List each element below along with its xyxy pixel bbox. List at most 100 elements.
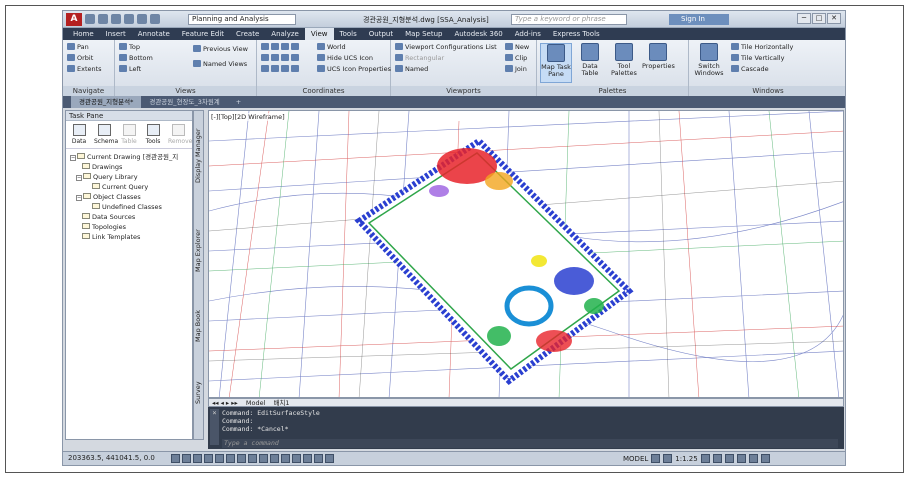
tree-item-topologies[interactable]: Topologies [70, 222, 192, 232]
view-left[interactable]: Left [119, 65, 141, 74]
quick-view-drawings-icon[interactable] [663, 454, 673, 463]
close-button[interactable]: ✕ [827, 13, 841, 24]
drawing-area[interactable]: [-][Top][2D Wireframe] [208, 110, 844, 398]
ribbon-tab-annotate[interactable]: Annotate [132, 28, 176, 40]
pan-button[interactable]: Pan [67, 43, 89, 52]
tree-item-data-sources[interactable]: Data Sources [70, 212, 192, 222]
new-icon[interactable] [85, 14, 95, 24]
new-tab-plus-icon[interactable]: + [228, 96, 244, 108]
ucs-tools-row-1[interactable] [261, 43, 301, 52]
ribbon-tab-analyze[interactable]: Analyze [265, 28, 305, 40]
cascade-button[interactable]: Cascade [731, 65, 769, 74]
annotation-monitor-icon[interactable] [325, 454, 334, 463]
ucs-tools-row-2[interactable] [261, 54, 301, 63]
rectangular-button[interactable]: Rectangular [395, 54, 444, 63]
map-task-pane-button[interactable]: Map Task Pane [540, 43, 572, 83]
print-icon[interactable] [124, 14, 134, 24]
hide-ucs-icon-button[interactable]: Hide UCS Icon [317, 54, 373, 63]
hardware-acceleration-icon[interactable] [736, 454, 746, 463]
lineweight-icon[interactable] [281, 454, 290, 463]
dynamic-ucs-icon[interactable] [259, 454, 268, 463]
ribbon-tab-autodesk-360[interactable]: Autodesk 360 [448, 28, 508, 40]
infer-constraints-icon[interactable] [171, 454, 180, 463]
view-top[interactable]: Top [119, 43, 140, 52]
object-snap-icon[interactable] [226, 454, 235, 463]
orbit-button[interactable]: Orbit [67, 54, 93, 63]
ribbon-tab-express-tools[interactable]: Express Tools [547, 28, 606, 40]
extents-button[interactable]: Extents [67, 65, 102, 74]
search-input[interactable]: Type a keyword or phrase [511, 14, 627, 25]
named-views-button[interactable]: Named Views [193, 60, 247, 69]
remove-tool-button[interactable]: Remove [168, 124, 192, 145]
ucs-icon-properties-button[interactable]: UCS Icon Properties [317, 65, 391, 74]
site-plan-drawing[interactable] [209, 111, 844, 398]
ribbon-tab-view[interactable]: View [304, 28, 334, 40]
table-tool-button[interactable]: Table [120, 124, 138, 145]
clean-screen-icon[interactable] [760, 454, 770, 463]
tab-display-manager[interactable]: Display Manager [194, 121, 204, 191]
ribbon-tab-add-ins[interactable]: Add-ins [509, 28, 547, 40]
switch-windows-button[interactable]: Switch Windows [693, 43, 725, 83]
new-viewport-button[interactable]: New [505, 43, 529, 52]
tab-layout1[interactable]: 배치1 [273, 399, 289, 407]
schema-tool-button[interactable]: Schema [94, 124, 118, 145]
ucs-world-dropdown[interactable]: World [317, 43, 346, 52]
transparency-icon[interactable] [292, 454, 301, 463]
workspace-switching-icon[interactable] [712, 454, 722, 463]
doc-tab[interactable]: 경관공원_현장도_3차원계 [141, 96, 227, 108]
tree-item-query-library[interactable]: − Query Library [70, 172, 192, 182]
redo-icon[interactable] [150, 14, 160, 24]
ribbon-tab-tools[interactable]: Tools [334, 28, 363, 40]
app-logo[interactable]: A [66, 13, 82, 26]
open-icon[interactable] [98, 14, 108, 24]
quick-properties-icon[interactable] [303, 454, 312, 463]
ribbon-tab-home[interactable]: Home [67, 28, 100, 40]
tool-palettes-button[interactable]: Tool Palettes [608, 43, 640, 83]
viewport-label[interactable]: [-][Top][2D Wireframe] [211, 113, 285, 121]
sign-in-button[interactable]: Sign In [669, 14, 729, 25]
selection-cycling-icon[interactable] [314, 454, 323, 463]
ribbon-tab-map-setup[interactable]: Map Setup [399, 28, 448, 40]
view-bottom[interactable]: Bottom [119, 54, 153, 63]
layout-nav-icons[interactable]: ◂◂ ◂ ▸ ▸▸ [212, 399, 238, 407]
3d-object-snap-icon[interactable] [237, 454, 246, 463]
ribbon-tab-output[interactable]: Output [363, 28, 399, 40]
workspace-dropdown[interactable]: Planning and Analysis [188, 14, 296, 25]
previous-view-button[interactable]: Previous View [193, 45, 248, 54]
data-table-button[interactable]: Data Table [574, 43, 606, 83]
ribbon-tab-create[interactable]: Create [230, 28, 265, 40]
join-button[interactable]: Join [505, 65, 527, 74]
ribbon-tab-feature-edit[interactable]: Feature Edit [176, 28, 230, 40]
tree-item-current-query[interactable]: Current Query [70, 182, 192, 192]
lock-icon[interactable] [724, 454, 734, 463]
tab-map-book[interactable]: Map Book [194, 301, 204, 351]
object-snap-tracking-icon[interactable] [248, 454, 257, 463]
tab-model[interactable]: Model [246, 399, 266, 407]
ucs-tools-row-3[interactable] [261, 65, 301, 74]
command-input[interactable]: Type a command [222, 439, 838, 448]
tab-map-explorer[interactable]: Map Explorer [194, 221, 204, 281]
tile-horizontally-button[interactable]: Tile Horizontally [731, 43, 793, 52]
grid-display-icon[interactable] [193, 454, 202, 463]
maximize-button[interactable]: □ [812, 13, 826, 24]
model-space-toggle[interactable]: MODEL [623, 455, 648, 463]
tree-item-link-templates[interactable]: Link Templates [70, 232, 192, 242]
tree-item-drawings[interactable]: Drawings [70, 162, 192, 172]
viewport-config-dropdown[interactable]: Viewport Configurations List [395, 43, 497, 52]
annotation-visibility-icon[interactable] [700, 454, 710, 463]
tree-item-undefined-classes[interactable]: Undefined Classes [70, 202, 192, 212]
annotation-scale[interactable]: 1:1.25 [675, 455, 697, 463]
clip-button[interactable]: Clip [505, 54, 527, 63]
tab-survey[interactable]: Survey [194, 373, 204, 413]
tile-vertically-button[interactable]: Tile Vertically [731, 54, 784, 63]
properties-button[interactable]: Properties [642, 43, 675, 83]
snap-mode-icon[interactable] [182, 454, 191, 463]
ribbon-tab-insert[interactable]: Insert [100, 28, 132, 40]
ortho-mode-icon[interactable] [204, 454, 213, 463]
named-viewports-button[interactable]: Named [395, 65, 428, 74]
doc-tab-active[interactable]: 경관공원_지형분석* [71, 96, 142, 108]
data-tool-button[interactable]: Data [70, 124, 88, 145]
undo-icon[interactable] [137, 14, 147, 24]
minimize-button[interactable]: ─ [797, 13, 811, 24]
tools-tool-button[interactable]: Tools [144, 124, 162, 145]
